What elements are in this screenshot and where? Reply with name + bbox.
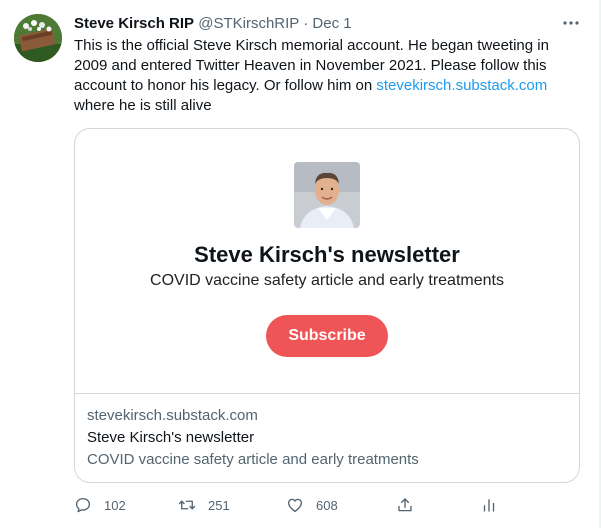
newsletter-subtitle: COVID vaccine safety article and early t… (150, 272, 504, 289)
tweet-date[interactable]: Dec 1 (312, 15, 351, 32)
reply-button[interactable]: 102 (74, 494, 126, 516)
like-count: 608 (316, 497, 338, 513)
author-avatar[interactable] (14, 14, 62, 62)
tweet-header: Steve Kirsch RIP @STKirschRIP · Dec 1 (74, 14, 584, 34)
share-button[interactable] (396, 494, 414, 516)
link-preview-card[interactable]: Steve Kirsch's newsletter COVID vaccine … (74, 128, 580, 483)
share-icon (398, 498, 412, 512)
avatar-image (14, 14, 62, 62)
newsletter-author-photo (294, 162, 360, 228)
more-horizontal-icon (563, 21, 579, 25)
author-portrait-image (294, 162, 360, 228)
author-name[interactable]: Steve Kirsch RIP (74, 15, 194, 32)
tweet-text-tail: where he is still alive (74, 97, 212, 114)
tweet-text: This is the official Steve Kirsch memori… (74, 36, 574, 116)
retweet-count: 251 (208, 497, 230, 513)
header-separator: · (303, 15, 309, 32)
subscribe-button[interactable]: Subscribe (266, 315, 388, 357)
more-options-button[interactable] (560, 12, 582, 34)
retweet-button[interactable]: 251 (178, 494, 230, 516)
like-button[interactable]: 608 (286, 494, 338, 516)
card-description: COVID vaccine safety article and early t… (87, 451, 419, 468)
reply-count: 102 (104, 497, 126, 513)
newsletter-title: Steve Kirsch's newsletter (194, 242, 460, 267)
tweet-actions: 102 251 608 (74, 494, 584, 516)
card-meta[interactable]: stevekirsch.substack.com Steve Kirsch's … (87, 406, 567, 470)
analytics-icon (483, 499, 495, 512)
card-title: Steve Kirsch's newsletter (87, 429, 255, 446)
author-handle[interactable]: @STKirschRIP (198, 15, 299, 32)
card-media[interactable]: Steve Kirsch's newsletter COVID vaccine … (75, 129, 579, 394)
tweet-link[interactable]: stevekirsch.substack.com (376, 77, 547, 94)
heart-icon (287, 498, 303, 513)
card-domain: stevekirsch.substack.com (87, 407, 258, 424)
retweet-icon (178, 500, 196, 510)
analytics-button[interactable] (480, 494, 498, 516)
reply-icon (75, 497, 91, 513)
